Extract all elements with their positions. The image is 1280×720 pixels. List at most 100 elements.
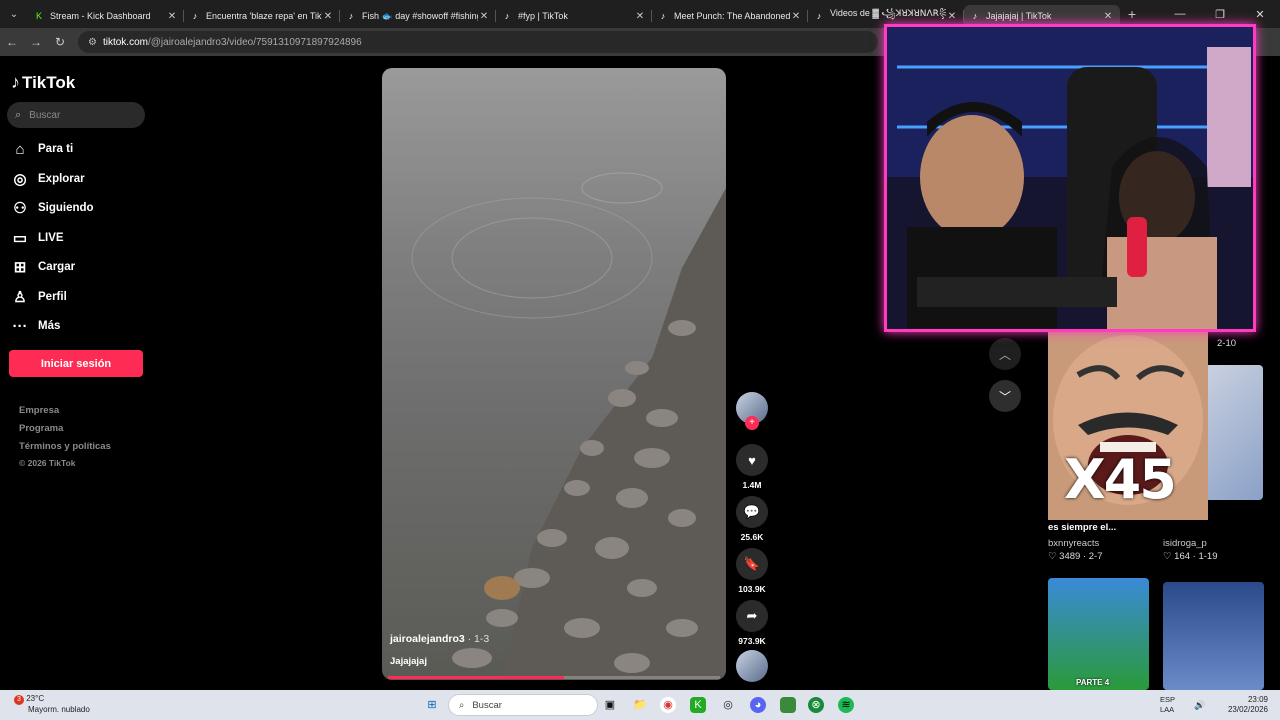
brand-name: TikTok bbox=[22, 72, 76, 92]
file-explorer-icon[interactable]: 📁 bbox=[632, 697, 648, 713]
video-progress-bar[interactable] bbox=[388, 676, 720, 679]
music-avatar[interactable] bbox=[736, 650, 768, 682]
windows-start-icon[interactable]: ⊞ bbox=[424, 697, 440, 713]
related-user-1[interactable]: bxnnyreacts bbox=[1048, 538, 1099, 549]
sidebar-item-siguiendo[interactable]: ⚇ Siguiendo bbox=[10, 197, 93, 219]
new-tab-button[interactable]: + bbox=[1120, 6, 1144, 22]
tab-search-menu-icon[interactable]: ⌄ bbox=[0, 0, 28, 28]
related-thumb-3[interactable]: PARTE 4 bbox=[1048, 578, 1149, 690]
clock-date: 23/02/2026 bbox=[1227, 705, 1268, 714]
forward-icon[interactable]: → bbox=[24, 35, 48, 49]
sidebar-item-cargar[interactable]: ⊞ Cargar bbox=[10, 256, 75, 278]
video-actions: + ♥ 1.4M 💬 25.6K 🔖 103.9K ➦ 973.9K bbox=[736, 392, 768, 682]
video-author[interactable]: jairoalejandro3 · 1-3 bbox=[390, 633, 489, 645]
tiktok-icon: ♪ bbox=[972, 11, 978, 21]
login-button[interactable]: Iniciar sesión bbox=[9, 350, 143, 377]
reload-icon[interactable]: ↻ bbox=[48, 35, 72, 49]
taskbar-search[interactable]: ⌕ Buscar bbox=[448, 694, 598, 716]
footer-link-terms[interactable]: Términos y políticas bbox=[19, 441, 111, 452]
browser-tab[interactable]: ♪ #fyp | TikTok ✕ bbox=[496, 5, 652, 27]
sidebar-item-parati[interactable]: ⌂ Para ti bbox=[10, 138, 73, 160]
kick-app-icon[interactable]: K bbox=[690, 697, 706, 713]
tab-close-icon[interactable]: ✕ bbox=[790, 11, 802, 22]
follow-plus-icon[interactable]: + bbox=[745, 416, 759, 430]
clock-time: 23:09 bbox=[1247, 695, 1268, 704]
related-title-1b[interactable]: es siempre el... bbox=[1048, 522, 1116, 533]
discord-icon[interactable]: ◕ bbox=[750, 697, 766, 713]
sound-avatar-icon[interactable] bbox=[736, 650, 768, 682]
more-dots-icon: ··· bbox=[12, 317, 28, 335]
clock[interactable]: 23:09 23/02/2026 bbox=[1228, 695, 1268, 715]
lang-layout: LAA bbox=[1160, 705, 1175, 714]
chevron-down-icon: ﹀ bbox=[998, 389, 1011, 404]
author-avatar[interactable]: + bbox=[736, 392, 768, 430]
site-info-icon[interactable]: ⚙ bbox=[88, 37, 97, 48]
speaker-icon[interactable]: 🔊 bbox=[1192, 697, 1208, 713]
like-count: 1.4M bbox=[742, 480, 762, 490]
browser-tab[interactable]: ♪ Fish 🐟 day #showoff #fishing ✕ bbox=[340, 5, 496, 27]
tab-close-icon[interactable]: ✕ bbox=[634, 11, 646, 22]
back-icon[interactable]: ← bbox=[0, 35, 24, 49]
url-field[interactable]: ⚙ tiktok.com/@jairoalejandro3/video/7591… bbox=[78, 31, 878, 53]
sidebar-item-label: Más bbox=[38, 320, 61, 332]
tab-close-icon[interactable]: ✕ bbox=[166, 11, 178, 22]
spotify-icon[interactable]: ≋ bbox=[838, 697, 854, 713]
task-view-icon[interactable]: ▣ bbox=[602, 697, 618, 713]
share-action[interactable]: ➦ 973.9K bbox=[736, 600, 768, 646]
footer-link-programa[interactable]: Programa bbox=[19, 423, 63, 434]
search-input[interactable]: ⌕ Buscar bbox=[7, 102, 145, 128]
sidebar-item-live[interactable]: ▭ LIVE bbox=[10, 227, 64, 249]
sidebar-item-label: Explorar bbox=[38, 172, 85, 185]
related-thumb-4[interactable] bbox=[1163, 582, 1264, 690]
url-host: tiktok.com bbox=[102, 36, 148, 48]
sidebar-item-ms[interactable]: ··· Más bbox=[10, 315, 61, 337]
related-date-1: 2-7 bbox=[1088, 551, 1103, 562]
tiktok-icon: ♪ bbox=[192, 11, 198, 21]
search-placeholder: Buscar bbox=[29, 109, 61, 121]
bookmark-icon[interactable]: 🔖 bbox=[736, 548, 768, 580]
taskbar-search-label: Buscar bbox=[472, 699, 502, 711]
minecraft-icon[interactable] bbox=[780, 697, 796, 713]
related-top-date: 2-10 bbox=[1217, 338, 1237, 349]
heart-icon[interactable]: ♥ bbox=[736, 444, 768, 476]
xbox-icon[interactable]: ⊗ bbox=[808, 697, 824, 713]
url-path: /@jairoalejandro3/video/7591310971897924… bbox=[147, 36, 362, 48]
copyright: © 2026 TikTok bbox=[19, 458, 76, 468]
compass-icon: ◎ bbox=[13, 170, 27, 188]
browser-tab[interactable]: K Stream - Kick Dashboard ✕ bbox=[28, 5, 184, 27]
weather-widget[interactable]: 3 23°C Mayorm. nublado bbox=[8, 694, 90, 715]
user-follow-icon: ⚇ bbox=[13, 200, 27, 217]
share-icon[interactable]: ➦ bbox=[736, 600, 768, 632]
chevron-up-icon: ︿ bbox=[998, 347, 1011, 362]
obs-icon[interactable]: ◎ bbox=[720, 697, 736, 713]
language-indicator[interactable]: ESP LAA bbox=[1160, 695, 1175, 715]
video-player[interactable]: jairoalejandro3 · 1-3 Jajajajaj bbox=[382, 68, 726, 680]
like-action[interactable]: ♥ 1.4M bbox=[736, 444, 768, 490]
share-count: 973.9K bbox=[738, 636, 766, 646]
tab-close-icon[interactable]: ✕ bbox=[1102, 11, 1114, 22]
next-video-button[interactable]: ﹀ bbox=[989, 380, 1021, 412]
footer-link-empresa[interactable]: Empresa bbox=[19, 405, 59, 416]
chrome-icon[interactable]: ◉ bbox=[660, 697, 676, 713]
related-user-2[interactable]: isidroga_p bbox=[1163, 538, 1207, 549]
tab-close-icon[interactable]: ✕ bbox=[478, 11, 490, 22]
video-username[interactable]: jairoalejandro3 bbox=[390, 633, 465, 645]
browser-tab[interactable]: ♪ Meet Punch: The Abandoned M ✕ bbox=[652, 5, 808, 27]
previous-video-button[interactable]: ︿ bbox=[989, 338, 1021, 370]
comment-icon[interactable]: 💬 bbox=[736, 496, 768, 528]
tab-close-icon[interactable]: ✕ bbox=[322, 11, 334, 22]
tiktok-icon: ♪ bbox=[504, 11, 510, 21]
sidebar-item-label: Perfil bbox=[38, 290, 67, 303]
tab-close-icon[interactable]: ✕ bbox=[946, 11, 958, 22]
save-action[interactable]: 🔖 103.9K bbox=[736, 548, 768, 594]
thumb-label: PARTE 4 bbox=[1076, 678, 1110, 687]
comment-action[interactable]: 💬 25.6K bbox=[736, 496, 768, 542]
river-scene bbox=[411, 172, 726, 680]
sidebar-item-perfil[interactable]: ♙ Perfil bbox=[10, 286, 67, 308]
upload-plus-icon: ⊞ bbox=[13, 259, 27, 276]
taskbar-search-icon: ⌕ bbox=[459, 699, 465, 711]
browser-tab[interactable]: ♪ Encuentra 'blaze repa' en TikTok✕ bbox=[184, 5, 340, 27]
sidebar-item-explorar[interactable]: ◎ Explorar bbox=[10, 168, 85, 190]
tiktok-logo[interactable]: ♪ TikTok bbox=[11, 72, 75, 93]
tab-title: Jajajajaj | TikTok bbox=[986, 11, 1052, 21]
